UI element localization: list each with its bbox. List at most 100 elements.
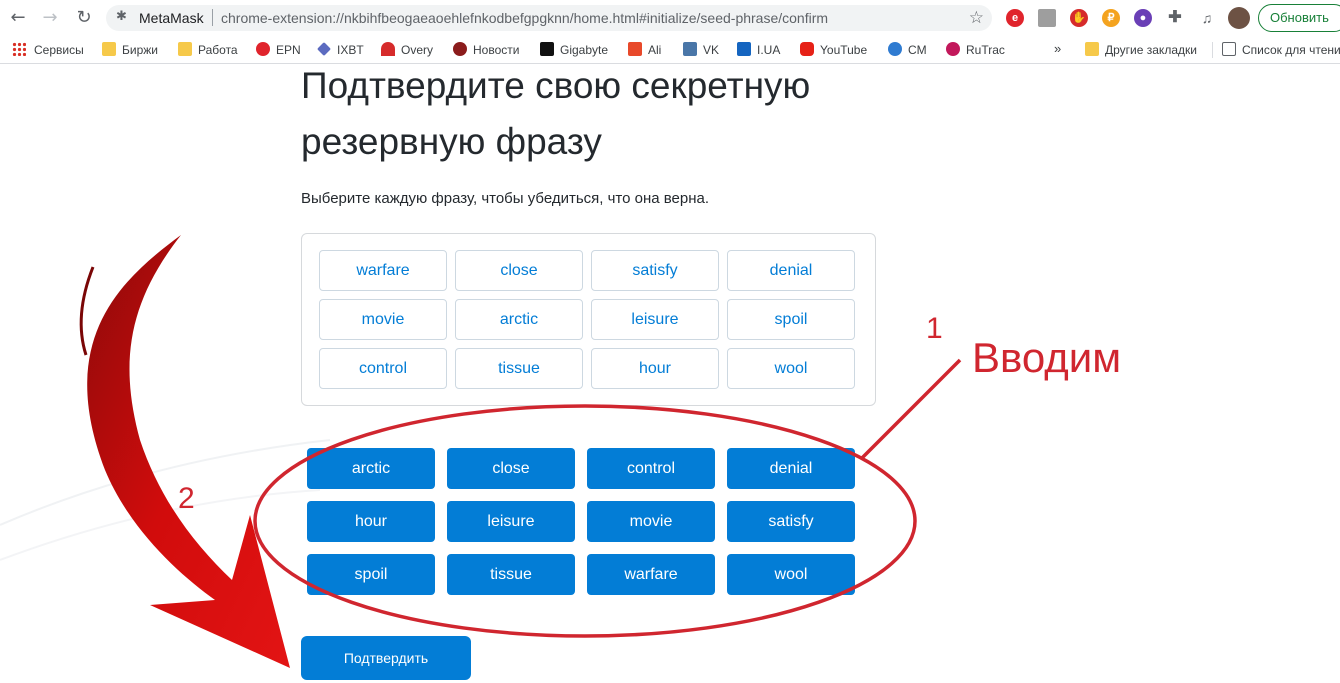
selected-word-button[interactable]: hour [307, 501, 435, 542]
puzzle-icon[interactable]: ✚ [1166, 9, 1184, 27]
media-icon[interactable]: ♫ [1198, 9, 1216, 27]
seed-word-chip[interactable]: denial [727, 250, 855, 291]
cm-icon [888, 42, 902, 56]
ixbt-icon [317, 42, 331, 56]
bookmark-cm[interactable]: CM [888, 42, 927, 57]
bookmark-label: CM [908, 43, 927, 57]
bookmark-ixbt[interactable]: IXBT [317, 42, 364, 57]
arrow-shading [79, 266, 95, 356]
bookmark-gigabyte[interactable]: Gigabyte [540, 42, 608, 57]
seed-word-chip[interactable]: tissue [455, 348, 583, 389]
site-name: MetaMask [139, 10, 204, 26]
bookmark-label: Другие закладки [1105, 43, 1197, 57]
page-title: Подтвердите свою секретную резервную фра… [301, 58, 921, 170]
bookmark-label: EPN [276, 43, 301, 57]
ali-icon [628, 42, 642, 56]
bookmark-label: RuTrac [966, 43, 1005, 57]
bookmark-birzhi[interactable]: Биржи [102, 42, 158, 57]
gigabyte-icon [540, 42, 554, 56]
selected-word-button[interactable]: warfare [587, 554, 715, 595]
step-1-number: 1 [926, 312, 943, 345]
reload-icon[interactable]: ↻ [72, 6, 96, 30]
youtube-icon [800, 42, 814, 56]
selected-word-button[interactable]: tissue [447, 554, 575, 595]
epn-icon [256, 42, 270, 56]
epn-icon[interactable]: e [1006, 9, 1024, 27]
seed-word-chip[interactable]: hour [591, 348, 719, 389]
bookmark-label: Работа [198, 43, 238, 57]
divider [1212, 42, 1213, 58]
bookmark-label: Gigabyte [560, 43, 609, 57]
address-bar[interactable]: ✱ MetaMask chrome-extension://nkbihfbeog… [106, 5, 992, 31]
selected-word-button[interactable]: wool [727, 554, 855, 595]
url-text[interactable]: chrome-extension://nkbihfbeogaeaoehlefnk… [221, 10, 828, 26]
confirm-button[interactable]: Подтвердить [301, 636, 471, 680]
puzzle-icon: ✱ [116, 9, 127, 24]
selected-word-button[interactable]: movie [587, 501, 715, 542]
bookmark-label: Overy [401, 43, 434, 57]
seed-word-chip[interactable]: spoil [727, 299, 855, 340]
seed-word-chip[interactable]: control [319, 348, 447, 389]
reading-list-icon [1222, 42, 1236, 56]
iua-icon [737, 42, 751, 56]
bookmark-overy[interactable]: Overy [381, 42, 433, 57]
bookmark-vk[interactable]: VK [683, 42, 719, 57]
divider [212, 9, 213, 26]
bookmark-novosti[interactable]: Новости [453, 42, 519, 57]
bookmark-other[interactable]: Другие закладки [1085, 42, 1197, 57]
seed-word-chip[interactable]: movie [319, 299, 447, 340]
bookmark-star-icon[interactable]: ☆ [969, 8, 984, 28]
reading-list[interactable]: Список для чтени [1222, 42, 1340, 57]
apps-icon [12, 42, 26, 56]
bookmark-rabota[interactable]: Работа [178, 42, 238, 57]
step-1-label: Вводим [972, 334, 1122, 381]
screenshot-icon[interactable] [1038, 9, 1056, 27]
step-2-number: 2 [178, 482, 195, 515]
bookmark-rutracker[interactable]: RuTrac [946, 42, 1005, 57]
bookmark-ali[interactable]: Ali [628, 42, 661, 57]
page-title-line: Подтвердите свою секретную [301, 65, 811, 106]
coin-icon[interactable]: ₽ [1102, 9, 1120, 27]
selected-word-button[interactable]: denial [727, 448, 855, 489]
bookmark-services[interactable]: Сервисы [12, 42, 84, 57]
adblock-icon[interactable]: ✋ [1070, 9, 1088, 27]
bookmark-label: IXBT [337, 43, 364, 57]
forward-arrow-icon[interactable]: → [38, 6, 62, 30]
bookmark-epn[interactable]: EPN [256, 42, 301, 57]
selected-word-button[interactable]: satisfy [727, 501, 855, 542]
seed-word-chip[interactable]: satisfy [591, 250, 719, 291]
selected-word-button[interactable]: control [587, 448, 715, 489]
rutracker-icon [946, 42, 960, 56]
selected-word-button[interactable]: leisure [447, 501, 575, 542]
avatar[interactable] [1228, 7, 1250, 29]
bookmark-iua[interactable]: I.UA [737, 42, 780, 57]
bookmark-label: I.UA [757, 43, 781, 57]
bookmark-label: VK [703, 43, 720, 57]
seed-word-chip[interactable]: arctic [455, 299, 583, 340]
folder-icon [1085, 42, 1099, 56]
overy-icon [381, 42, 395, 56]
bookmark-label: Список для чтени [1242, 43, 1340, 57]
back-arrow-icon[interactable]: ← [6, 6, 30, 30]
bookmark-label: Новости [473, 43, 520, 57]
selected-word-button[interactable]: arctic [307, 448, 435, 489]
browser-toolbar: ← → ↻ ✱ MetaMask chrome-extension://nkbi… [0, 0, 1340, 36]
selected-word-button[interactable]: close [447, 448, 575, 489]
seed-word-chip[interactable]: leisure [591, 299, 719, 340]
page-title-line: резервную фразу [301, 121, 602, 162]
vk-icon [683, 42, 697, 56]
seed-word-chip[interactable]: warfare [319, 250, 447, 291]
profile-ext-icon[interactable]: ● [1134, 9, 1152, 27]
page-subtitle: Выберите каждую фразу, чтобы убедиться, … [301, 190, 710, 207]
seed-phrase-box: warfare close satisfy denial movie arcti… [301, 233, 876, 406]
more-bookmarks-chevron-icon[interactable]: » [1054, 41, 1061, 56]
bookmark-label: Биржи [122, 43, 158, 57]
selected-word-button[interactable]: spoil [307, 554, 435, 595]
update-button[interactable]: Обновить [1258, 4, 1340, 32]
bookmark-label: YouTube [820, 43, 868, 57]
bookmark-youtube[interactable]: YouTube [800, 42, 867, 57]
news-icon [453, 42, 467, 56]
seed-word-chip[interactable]: wool [727, 348, 855, 389]
bookmark-label: Ali [648, 43, 662, 57]
seed-word-chip[interactable]: close [455, 250, 583, 291]
